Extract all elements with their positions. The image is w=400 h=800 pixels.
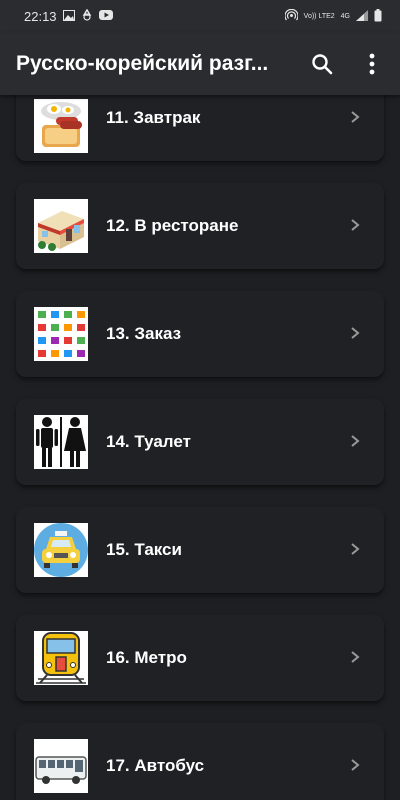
list-item-restaurant[interactable]: 12. В ресторане — [16, 183, 384, 269]
signal-icon — [356, 9, 368, 24]
topic-list: 11. Завтрак 12. В ресторане 13. Заказ 14… — [0, 95, 400, 800]
chevron-right-icon — [350, 324, 360, 345]
search-button[interactable] — [310, 52, 334, 76]
list-item-taxi[interactable]: 15. Такси — [16, 507, 384, 593]
recycle-icon — [81, 8, 93, 24]
chevron-right-icon — [350, 108, 360, 129]
chevron-right-icon — [350, 432, 360, 453]
page-title: Русско-корейский разг... — [16, 52, 269, 75]
list-item-label: 14. Туалет — [106, 432, 191, 451]
battery-icon — [374, 8, 382, 25]
chevron-right-icon — [350, 540, 360, 561]
more-vert-icon — [369, 53, 375, 75]
restaurant-icon — [34, 199, 88, 253]
list-item-label: 11. Завтрак — [106, 108, 201, 127]
order-icon — [34, 307, 88, 361]
clock: 22:13 — [24, 9, 57, 24]
list-item-label: 16. Метро — [106, 648, 187, 667]
youtube-icon — [98, 10, 113, 23]
chevron-right-icon — [350, 216, 360, 237]
chevron-right-icon — [350, 648, 360, 669]
bus-icon — [34, 739, 88, 793]
toilet-icon — [34, 415, 88, 469]
4g-icon: 4G — [340, 13, 350, 20]
hotspot-icon — [284, 8, 299, 25]
taxi-icon — [34, 523, 88, 577]
more-options-button[interactable] — [360, 52, 384, 76]
list-item-breakfast[interactable]: 11. Завтрак — [16, 95, 384, 161]
list-item-order[interactable]: 13. Заказ — [16, 291, 384, 377]
volte-icon: Vo)) LTE2 — [303, 13, 335, 20]
list-item-label: 12. В ресторане — [106, 216, 239, 235]
metro-icon — [34, 631, 88, 685]
list-item-label: 13. Заказ — [106, 324, 182, 343]
image-icon — [62, 9, 75, 24]
list-item-label: 15. Такси — [106, 540, 182, 559]
chevron-right-icon — [350, 756, 360, 777]
search-icon — [312, 54, 333, 75]
list-item-metro[interactable]: 16. Метро — [16, 615, 384, 701]
status-bar: 22:13 Vo)) LTE2 4G — [0, 0, 400, 33]
breakfast-icon — [34, 99, 88, 153]
app-bar: Русско-корейский разг... — [0, 33, 400, 95]
list-item-label: 17. Автобус — [106, 756, 205, 775]
list-item-toilet[interactable]: 14. Туалет — [16, 399, 384, 485]
list-item-bus[interactable]: 17. Автобус — [16, 723, 384, 800]
